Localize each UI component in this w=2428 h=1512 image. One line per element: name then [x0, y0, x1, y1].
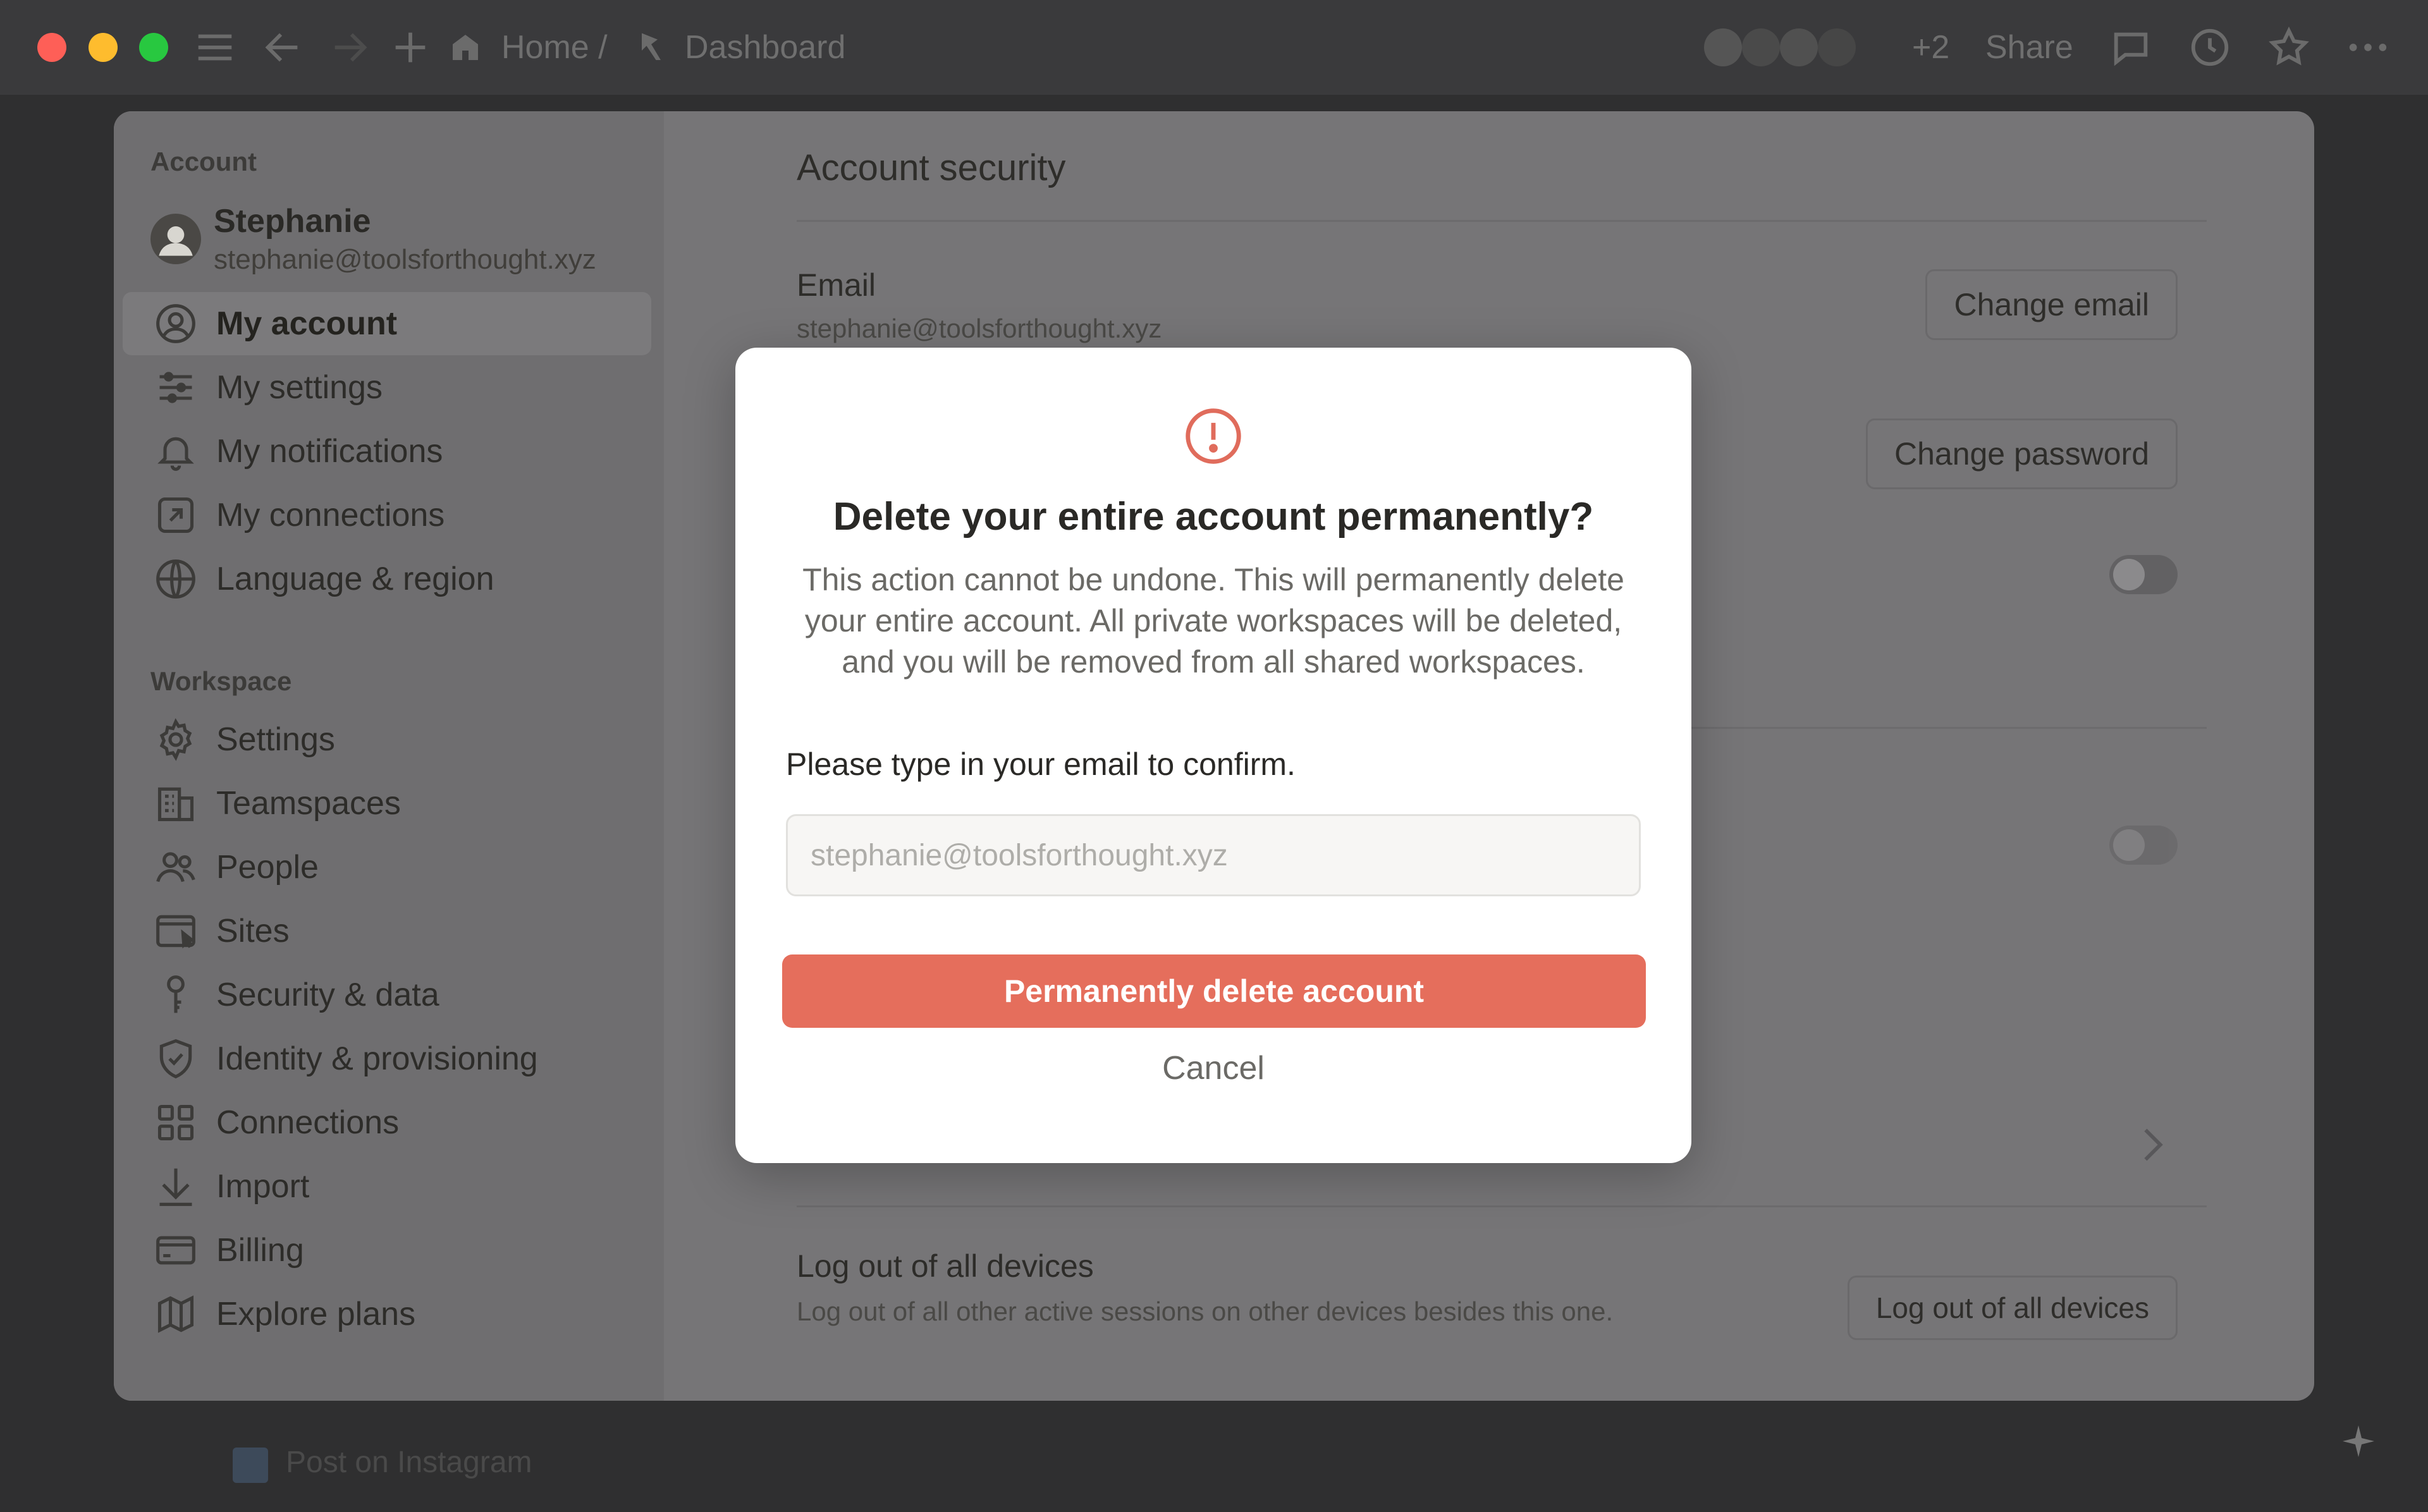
- dashboard-page-icon: [632, 25, 670, 70]
- sidebar-item-identity-provisioning[interactable]: Identity & provisioning: [123, 1027, 651, 1090]
- profile-name: Stephanie: [214, 203, 371, 240]
- confirm-email-input[interactable]: [786, 814, 1641, 896]
- browser-window-icon: [154, 910, 197, 953]
- permanently-delete-button[interactable]: Permanently delete account: [782, 954, 1646, 1028]
- workspace-section-heading: Workspace: [150, 666, 292, 696]
- sidebar-item-label: Identity & provisioning: [216, 1040, 538, 1077]
- breadcrumb-dashboard[interactable]: Dashboard: [685, 25, 845, 70]
- sidebar-item-label: Security & data: [216, 977, 439, 1013]
- sidebar-item-label: Settings: [216, 721, 335, 758]
- zoom-window-button[interactable]: [139, 33, 168, 62]
- logout-all-label: Log out of all devices: [797, 1248, 1094, 1284]
- sidebar-item-label: Import: [216, 1168, 310, 1205]
- window-titlebar: Home / Dashboard +2 Share: [0, 0, 2428, 95]
- divider: [797, 1205, 2207, 1207]
- history-clock-icon[interactable]: [2188, 25, 2232, 70]
- sidebar-item-explore-plans[interactable]: Explore plans: [123, 1283, 651, 1346]
- sidebar-item-my-account[interactable]: My account: [123, 292, 651, 355]
- logout-all-devices-button[interactable]: Log out of all devices: [1847, 1276, 2178, 1340]
- comment-icon[interactable]: [2109, 25, 2153, 70]
- sidebar-item-label: Teamspaces: [216, 785, 401, 822]
- menu-icon[interactable]: [193, 25, 237, 70]
- key-icon: [154, 973, 197, 1016]
- sidebar-item-sites[interactable]: Sites: [123, 899, 651, 963]
- sidebar-item-label: People: [216, 849, 319, 886]
- extra-collaborators-count[interactable]: +2: [1912, 25, 1949, 70]
- change-email-button[interactable]: Change email: [1925, 269, 2178, 340]
- settings-sidebar: Account Stephanie stephanie@toolsforthou…: [114, 111, 664, 1401]
- dialog-prompt: Please type in your email to confirm.: [786, 747, 1296, 782]
- sidebar-item-label: My notifications: [216, 433, 443, 470]
- sidebar-item-import[interactable]: Import: [123, 1155, 651, 1218]
- map-icon: [154, 1293, 197, 1336]
- chevron-right-icon[interactable]: [2137, 1123, 2169, 1167]
- people-icon: [154, 846, 197, 889]
- sidebar-item-label: Language & region: [216, 561, 494, 597]
- divider: [797, 220, 2207, 222]
- security-toggle-2[interactable]: [2109, 826, 2178, 865]
- dialog-body: This action cannot be undone. This will …: [802, 562, 1624, 680]
- sidebar-item-label: Sites: [216, 913, 290, 949]
- minimize-window-button[interactable]: [89, 33, 118, 62]
- page-title: Account security: [797, 147, 1066, 188]
- dialog-title: Delete your entire account permanently?: [833, 495, 1594, 539]
- forward-arrow-icon[interactable]: [328, 25, 372, 70]
- share-button[interactable]: Share: [1985, 25, 2073, 70]
- checkbox-icon: [233, 1448, 268, 1483]
- sidebar-item-settings[interactable]: Settings: [123, 708, 651, 771]
- credit-card-icon: [154, 1229, 197, 1272]
- sidebar-item-my-notifications[interactable]: My notifications: [123, 420, 651, 483]
- sidebar-item-label: My settings: [216, 369, 383, 406]
- sidebar-item-security-data[interactable]: Security & data: [123, 963, 651, 1027]
- sparkle-icon[interactable]: [2339, 1422, 2377, 1460]
- account-section-heading: Account: [150, 147, 257, 176]
- change-password-button[interactable]: Change password: [1865, 418, 2178, 489]
- home-page-icon: [446, 25, 484, 70]
- background-task-row: Post on Instagram: [0, 1425, 2428, 1498]
- sidebar-item-label: Billing: [216, 1232, 304, 1269]
- sidebar-item-label: My connections: [216, 497, 445, 533]
- favorite-star-icon[interactable]: [2267, 25, 2311, 70]
- sidebar-item-label: My account: [216, 305, 398, 342]
- collaborator-avatars[interactable]: [1701, 25, 1859, 70]
- breadcrumb-home[interactable]: Home /: [501, 25, 608, 70]
- close-window-button[interactable]: [37, 33, 66, 62]
- more-options-icon[interactable]: [2346, 25, 2390, 70]
- delete-account-dialog: Delete your entire account permanently? …: [735, 348, 1691, 1163]
- profile-card: Stephanie stephanie@toolsforthought.xyz: [150, 202, 644, 278]
- warning-icon: [1184, 407, 1242, 465]
- sidebar-item-billing[interactable]: Billing: [123, 1219, 651, 1282]
- external-link-icon: [154, 494, 197, 537]
- sidebar-item-people[interactable]: People: [123, 836, 651, 899]
- bell-icon: [154, 430, 197, 473]
- security-toggle[interactable]: [2109, 555, 2178, 594]
- sidebar-item-my-connections[interactable]: My connections: [123, 484, 651, 547]
- logout-all-description: Log out of all other active sessions on …: [797, 1296, 1614, 1326]
- grid-icon: [154, 1101, 197, 1144]
- sidebar-item-my-settings[interactable]: My settings: [123, 356, 651, 419]
- user-circle-icon: [154, 302, 197, 345]
- background-task-label: Post on Instagram: [286, 1446, 532, 1479]
- building-icon: [154, 782, 197, 825]
- sidebar-item-label: Connections: [216, 1104, 400, 1141]
- sliders-icon: [154, 366, 197, 409]
- sidebar-item-label: Explore plans: [216, 1296, 416, 1332]
- gear-icon: [154, 718, 197, 761]
- email-label: Email: [797, 267, 876, 303]
- email-value: stephanie@toolsforthought.xyz: [797, 314, 1162, 343]
- plus-icon[interactable]: [388, 25, 432, 70]
- back-arrow-icon[interactable]: [261, 25, 305, 70]
- sidebar-item-language-region[interactable]: Language & region: [123, 547, 651, 611]
- cancel-button[interactable]: Cancel: [1087, 1024, 1340, 1113]
- avatar: [150, 214, 201, 264]
- globe-icon: [154, 558, 197, 601]
- sidebar-item-teamspaces[interactable]: Teamspaces: [123, 772, 651, 835]
- sidebar-item-connections[interactable]: Connections: [123, 1091, 651, 1154]
- download-arrow-icon: [154, 1165, 197, 1208]
- shield-check-icon: [154, 1037, 197, 1080]
- profile-email: stephanie@toolsforthought.xyz: [214, 244, 596, 275]
